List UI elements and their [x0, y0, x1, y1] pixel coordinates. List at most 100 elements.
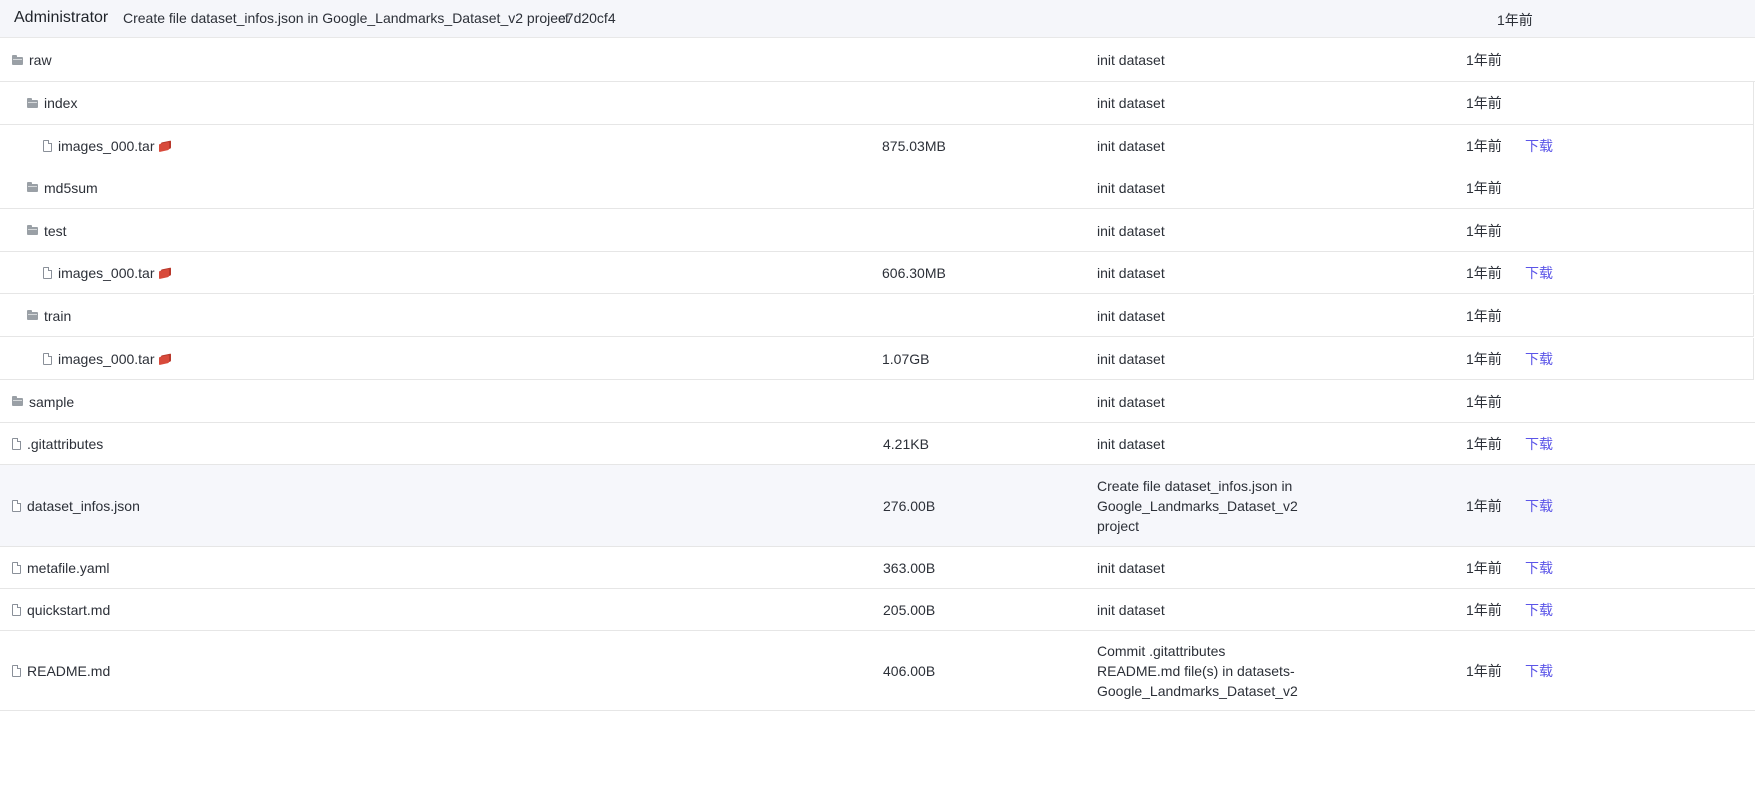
download-link[interactable]: 下载: [1525, 338, 1553, 379]
file-name-cell[interactable]: quickstart.md: [12, 589, 110, 630]
file-size: 606.30MB: [882, 264, 946, 281]
commit-message[interactable]: init dataset: [1097, 589, 1297, 630]
lfs-icon: [158, 268, 169, 279]
commit-message[interactable]: init dataset: [1097, 295, 1297, 336]
file-icon: [12, 603, 21, 616]
folder-icon: [27, 310, 38, 320]
file-icon: [12, 499, 21, 512]
folder-name-cell[interactable]: train: [27, 295, 71, 336]
file-name-cell[interactable]: dataset_infos.json: [12, 465, 140, 546]
download-link[interactable]: 下载: [1525, 465, 1553, 546]
folder-name[interactable]: train: [44, 308, 71, 324]
commit-message[interactable]: init dataset: [1097, 82, 1297, 124]
folder-name-cell[interactable]: index: [27, 82, 77, 124]
commit-message[interactable]: Create file dataset_infos.json in Google…: [123, 10, 569, 26]
commit-message[interactable]: init dataset: [1097, 547, 1297, 588]
file-name-cell[interactable]: images_000.tar: [43, 252, 169, 293]
commit-time: 1年前: [1466, 497, 1502, 514]
commit-time: 1年前: [1497, 12, 1533, 28]
commit-message[interactable]: init dataset: [1097, 210, 1297, 251]
file-size: 406.00B: [883, 662, 936, 679]
commit-time: 1年前: [1466, 222, 1502, 239]
folder-name[interactable]: md5sum: [44, 180, 98, 196]
folder-icon: [27, 182, 38, 192]
file-name[interactable]: quickstart.md: [27, 602, 110, 618]
file-size: 276.00B: [883, 497, 936, 514]
commit-message[interactable]: init dataset: [1097, 167, 1297, 208]
file-icon: [12, 664, 21, 677]
file-name-cell[interactable]: .gitattributes: [12, 423, 103, 464]
commit-message[interactable]: init dataset: [1097, 338, 1297, 379]
file-name[interactable]: metafile.yaml: [27, 560, 109, 576]
folder-name-cell[interactable]: raw: [12, 39, 52, 81]
folder-row: sample init dataset 1年前: [0, 381, 1755, 423]
folder-icon: [12, 54, 23, 65]
commit-message[interactable]: init dataset: [1097, 39, 1297, 81]
commit-time: 1年前: [1466, 601, 1502, 618]
commit-message[interactable]: init dataset: [1097, 381, 1297, 422]
download-link[interactable]: 下载: [1525, 547, 1553, 588]
commit-message[interactable]: init dataset: [1097, 252, 1297, 293]
folder-name-cell[interactable]: md5sum: [27, 167, 98, 208]
file-name[interactable]: images_000.tar: [58, 265, 155, 281]
file-size: 875.03MB: [882, 138, 946, 154]
folder-name[interactable]: test: [44, 223, 67, 239]
file-row: images_000.tar 875.03MB init dataset 1年前 下载: [0, 125, 1754, 168]
download-link[interactable]: 下载: [1525, 589, 1553, 630]
download-link[interactable]: 下载: [1525, 252, 1553, 293]
folder-icon: [27, 97, 38, 108]
file-row: dataset_infos.json 276.00B Create file dat…: [0, 465, 1755, 547]
folder-row: raw init dataset 1年前: [0, 39, 1755, 82]
file-row: README.md 406.00B Commit .gitattributes RE…: [0, 631, 1755, 711]
file-row: metafile.yaml 363.00B init dataset 1年前 下载: [0, 547, 1755, 589]
commit-message[interactable]: init dataset: [1097, 423, 1297, 464]
folder-icon: [12, 396, 23, 406]
file-name-cell[interactable]: images_000.tar: [43, 125, 169, 167]
file-name-cell[interactable]: README.md: [12, 631, 110, 710]
commit-time: 1年前: [1466, 52, 1502, 68]
file-browser: Administrator Create file dataset_infos.…: [0, 0, 1757, 796]
file-row: .gitattributes 4.21KB init dataset 1年前 下载: [0, 423, 1755, 465]
lfs-icon: [158, 141, 169, 153]
file-icon: [12, 561, 21, 574]
folder-icon: [27, 225, 38, 235]
download-link[interactable]: 下载: [1525, 631, 1553, 710]
commit-time: 1年前: [1466, 95, 1502, 111]
commit-time: 1年前: [1466, 350, 1502, 367]
folder-name-cell[interactable]: test: [27, 210, 67, 251]
file-name[interactable]: images_000.tar: [58, 351, 155, 367]
commit-time: 1年前: [1466, 393, 1502, 410]
commit-hash[interactable]: e7d20cf4: [558, 10, 616, 26]
folder-name[interactable]: sample: [29, 394, 74, 410]
download-link[interactable]: 下载: [1525, 423, 1553, 464]
folder-name[interactable]: index: [44, 95, 77, 111]
folder-name[interactable]: raw: [29, 52, 52, 68]
commit-time: 1年前: [1466, 264, 1502, 281]
file-icon: [43, 352, 52, 365]
file-name-cell[interactable]: metafile.yaml: [12, 547, 109, 588]
file-row: images_000.tar 606.30MB init dataset 1年前 下载: [0, 252, 1754, 294]
commit-message[interactable]: init dataset: [1097, 125, 1297, 167]
file-icon: [43, 140, 52, 152]
file-name-cell[interactable]: images_000.tar: [43, 338, 169, 379]
commit-time: 1年前: [1466, 435, 1502, 452]
commit-time: 1年前: [1466, 559, 1502, 576]
file-name[interactable]: dataset_infos.json: [27, 498, 140, 514]
file-name[interactable]: .gitattributes: [27, 436, 103, 452]
download-link[interactable]: 下载: [1525, 125, 1553, 167]
file-name[interactable]: README.md: [27, 663, 110, 679]
folder-name-cell[interactable]: sample: [12, 381, 74, 422]
file-size: 1.07GB: [882, 350, 930, 367]
commit-message[interactable]: Create file dataset_infos.json in Google…: [1097, 465, 1298, 546]
commit-time: 1年前: [1466, 307, 1502, 324]
lfs-icon: [158, 354, 169, 365]
commit-time: 1年前: [1466, 138, 1502, 154]
folder-row: train init dataset 1年前: [0, 295, 1754, 337]
folder-row: index init dataset 1年前: [0, 82, 1754, 125]
commit-message[interactable]: Commit .gitattributes README.md file(s) …: [1097, 631, 1298, 710]
file-icon: [12, 437, 21, 450]
file-name[interactable]: images_000.tar: [58, 138, 155, 154]
commit-time: 1年前: [1466, 662, 1502, 679]
commit-author[interactable]: Administrator: [14, 9, 108, 27]
latest-commit-bar: Administrator Create file dataset_infos.…: [0, 0, 1755, 38]
